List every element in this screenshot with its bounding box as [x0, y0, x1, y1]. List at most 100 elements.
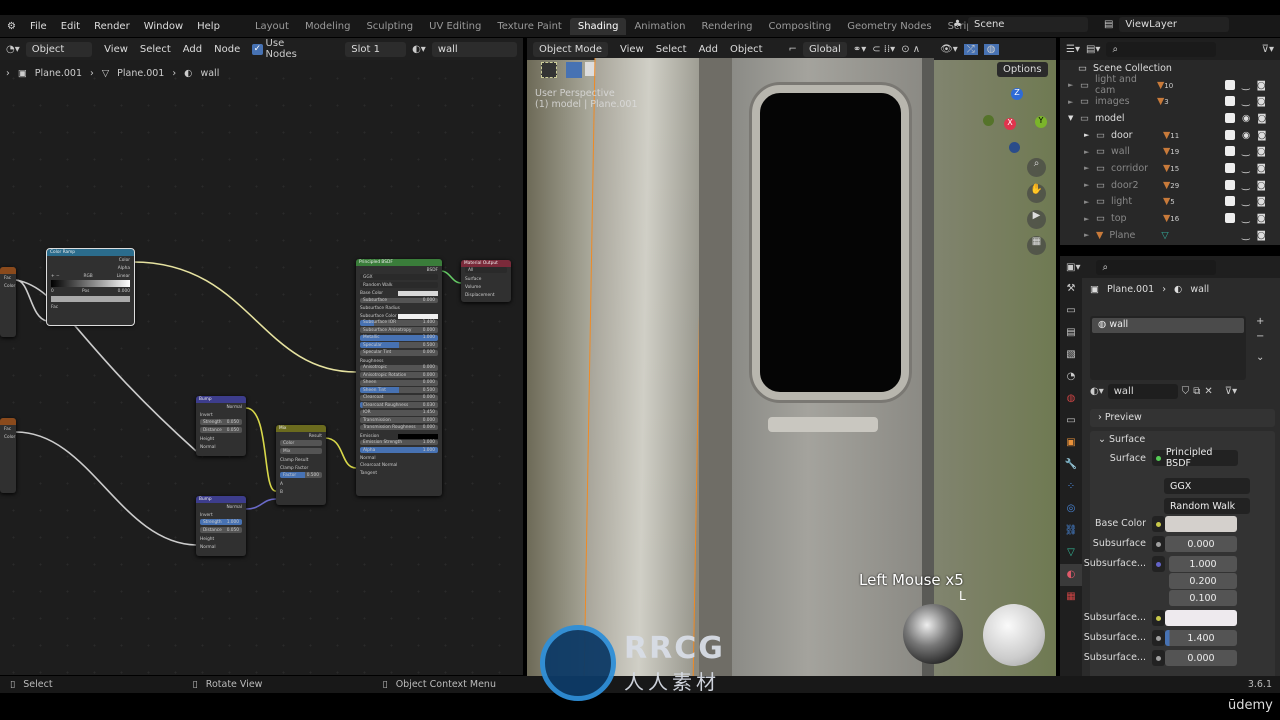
- snap-icon[interactable]: ⊂ ⁞⁞▾: [872, 44, 895, 55]
- duplicate-material-icon[interactable]: ⧉: [1193, 386, 1200, 397]
- visibility-icon[interactable]: 👁▾: [940, 44, 958, 55]
- options-dropdown[interactable]: Options: [997, 62, 1048, 77]
- clamp-factor-checkbox[interactable]: Clamp Factor: [276, 464, 326, 472]
- input-field[interactable]: Alpha 1.000: [360, 447, 438, 453]
- vector-component[interactable]: 0.100: [1169, 590, 1237, 606]
- ramp-gradient[interactable]: [51, 280, 130, 287]
- target-dropdown[interactable]: All: [465, 267, 507, 273]
- mode-dropdown[interactable]: Object Mode: [533, 41, 608, 57]
- distance-field[interactable]: Distance 0.050: [200, 527, 242, 533]
- outliner-row[interactable]: ► ▭ light and cam ▼10 ‿ ◙: [1060, 74, 1280, 96]
- expand-arrow-icon[interactable]: ►: [1068, 98, 1080, 106]
- input-row[interactable]: Emission: [356, 432, 442, 440]
- ramp-mode[interactable]: RGB: [83, 274, 92, 279]
- socket-icon[interactable]: [1152, 630, 1165, 646]
- item-name[interactable]: corridor: [1111, 163, 1163, 174]
- color-swatch[interactable]: [398, 291, 438, 297]
- strength-field[interactable]: Strength 1.000: [200, 519, 242, 525]
- eye-icon[interactable]: ◉: [1242, 113, 1250, 124]
- view-layer-selector[interactable]: ViewLayer: [1119, 17, 1230, 32]
- properties-search-input[interactable]: ⌕: [1096, 259, 1217, 275]
- tab-geometry-nodes[interactable]: Geometry Nodes: [839, 18, 939, 35]
- input-field[interactable]: Anisotropic Rotation 0.000: [360, 372, 438, 379]
- exclude-checkbox[interactable]: [1225, 146, 1235, 157]
- bump-node[interactable]: Bump Normal Invert Strength 0.050 Distance 0.0…: [196, 396, 246, 456]
- outliner-row[interactable]: ► ▭ corridor ▼15 ‿ ◙: [1060, 160, 1280, 177]
- mix-node[interactable]: Mix Result Color Mix Clamp Result Clamp …: [276, 425, 326, 505]
- eye-closed-icon[interactable]: ‿: [1242, 180, 1250, 191]
- color-swatch[interactable]: [398, 433, 438, 439]
- outliner-row[interactable]: ► ▭ door2 ▼29 ‿ ◙: [1060, 177, 1280, 194]
- shader-editor[interactable]: ◔▾ Object View Select Add Node ✓ Use Nodes S…: [0, 38, 523, 675]
- distribution-dropdown[interactable]: GGX: [1164, 478, 1250, 494]
- menu-add[interactable]: Add: [693, 42, 724, 57]
- menu-file[interactable]: File: [23, 21, 54, 32]
- expand-arrow-icon[interactable]: ▼: [1068, 114, 1080, 122]
- camera-render-icon[interactable]: ◙: [1257, 113, 1266, 124]
- input-row[interactable]: Subsurface Color: [356, 312, 442, 320]
- material-name-field[interactable]: wall: [1107, 384, 1178, 399]
- blender-logo-icon[interactable]: ⚙: [0, 21, 23, 32]
- texture-node-1[interactable]: Fac Color: [0, 267, 16, 337]
- invert-checkbox[interactable]: Invert: [196, 511, 246, 519]
- tab-uv-editing[interactable]: UV Editing: [421, 18, 489, 35]
- socket-icon[interactable]: [1152, 610, 1165, 626]
- texture-node-2[interactable]: Fac Color: [0, 418, 16, 493]
- item-name[interactable]: door: [1111, 130, 1163, 141]
- gizmo-z-axis[interactable]: Z: [1011, 88, 1023, 100]
- ramp-index[interactable]: 0: [51, 289, 54, 294]
- outliner[interactable]: ☰▾ ▤▾ ⌕ ⊽▾ ▭ Scene Collection ► ▭ light and…: [1060, 38, 1280, 245]
- menu-edit[interactable]: Edit: [54, 21, 87, 32]
- input-field[interactable]: Specular 0.500: [360, 342, 438, 349]
- tab-animation[interactable]: Animation: [626, 18, 693, 35]
- input-field[interactable]: Sheen 0.000: [360, 379, 438, 386]
- socket-icon[interactable]: [1152, 516, 1165, 532]
- camera-render-icon[interactable]: ◙: [1257, 196, 1266, 207]
- material-browse-icon[interactable]: ◐▾: [1090, 386, 1104, 397]
- expand-arrow-icon[interactable]: ►: [1084, 198, 1096, 206]
- camera-render-icon[interactable]: ◙: [1257, 230, 1266, 241]
- exclude-checkbox[interactable]: [1225, 112, 1235, 123]
- exclude-checkbox[interactable]: [1225, 213, 1235, 224]
- orientation-dropdown[interactable]: Global: [802, 41, 847, 57]
- camera-render-icon[interactable]: ◙: [1257, 213, 1266, 224]
- exclude-checkbox[interactable]: [1225, 162, 1235, 173]
- color-field[interactable]: [1165, 610, 1237, 626]
- input-row[interactable]: Clearcoat Normal: [356, 462, 442, 470]
- tab-particles-icon[interactable]: ⁘: [1060, 476, 1082, 498]
- add-slot-button[interactable]: +: [1256, 316, 1264, 327]
- expand-arrow-icon[interactable]: ►: [1084, 215, 1096, 223]
- properties-editor[interactable]: ▣▾ ⌕ ⚒ ▭ ▤ ▧ ◔ ◍ ▭ ▣ 🔧 ⁘ ◎ ⛓ ▽ ◐ ▦ ▣ Plane.001 › ◐ wall ◍ …: [1060, 256, 1280, 681]
- expand-arrow-icon[interactable]: ►: [1084, 164, 1096, 172]
- color-ramp-node[interactable]: Color Ramp Color Alpha + − RGB Linear 0 Pos…: [46, 248, 135, 326]
- number-field[interactable]: 0.000: [1165, 650, 1237, 666]
- input-field[interactable]: Emission Strength 1.000: [360, 439, 438, 446]
- eye-closed-icon[interactable]: ‿: [1242, 213, 1250, 224]
- fake-user-icon[interactable]: ⛉: [1182, 386, 1190, 397]
- input-field[interactable]: Clearcoat Roughness 0.030: [360, 402, 438, 409]
- subsurface-method-dropdown[interactable]: Random Walk: [1164, 498, 1250, 514]
- eye-closed-icon[interactable]: ‿: [1242, 146, 1250, 157]
- exclude-checkbox[interactable]: [1225, 129, 1235, 140]
- exclude-checkbox[interactable]: [1225, 196, 1235, 207]
- input-row[interactable]: Roughness: [356, 357, 442, 365]
- input-row[interactable]: Normal: [356, 455, 442, 463]
- material-slot-item[interactable]: ◍ wall: [1092, 318, 1244, 333]
- perspective-grid-icon[interactable]: ▦: [1027, 236, 1046, 255]
- number-field[interactable]: 1.400: [1165, 630, 1237, 646]
- gizmo-neg-z[interactable]: [1009, 142, 1020, 153]
- tab-sculpting[interactable]: Sculpting: [358, 18, 421, 35]
- camera-render-icon[interactable]: ◙: [1257, 180, 1266, 191]
- camera-render-icon[interactable]: ◙: [1257, 130, 1266, 141]
- menu-select[interactable]: Select: [650, 42, 693, 57]
- remove-slot-button[interactable]: −: [1256, 331, 1264, 342]
- gizmo-x-axis[interactable]: X: [1004, 118, 1016, 130]
- scene-selector[interactable]: Scene: [967, 17, 1088, 32]
- socket-icon[interactable]: [1152, 650, 1165, 666]
- input-field[interactable]: Subsurface IOR 1.400: [360, 319, 438, 326]
- 3d-viewport[interactable]: Object Mode View Select Add Object ⌐ Global…: [527, 38, 1056, 676]
- distance-field[interactable]: Distance 0.050: [200, 427, 242, 433]
- scene-icon[interactable]: ♣: [953, 19, 962, 30]
- camera-render-icon[interactable]: ◙: [1257, 146, 1266, 157]
- exclude-checkbox[interactable]: [1225, 179, 1235, 190]
